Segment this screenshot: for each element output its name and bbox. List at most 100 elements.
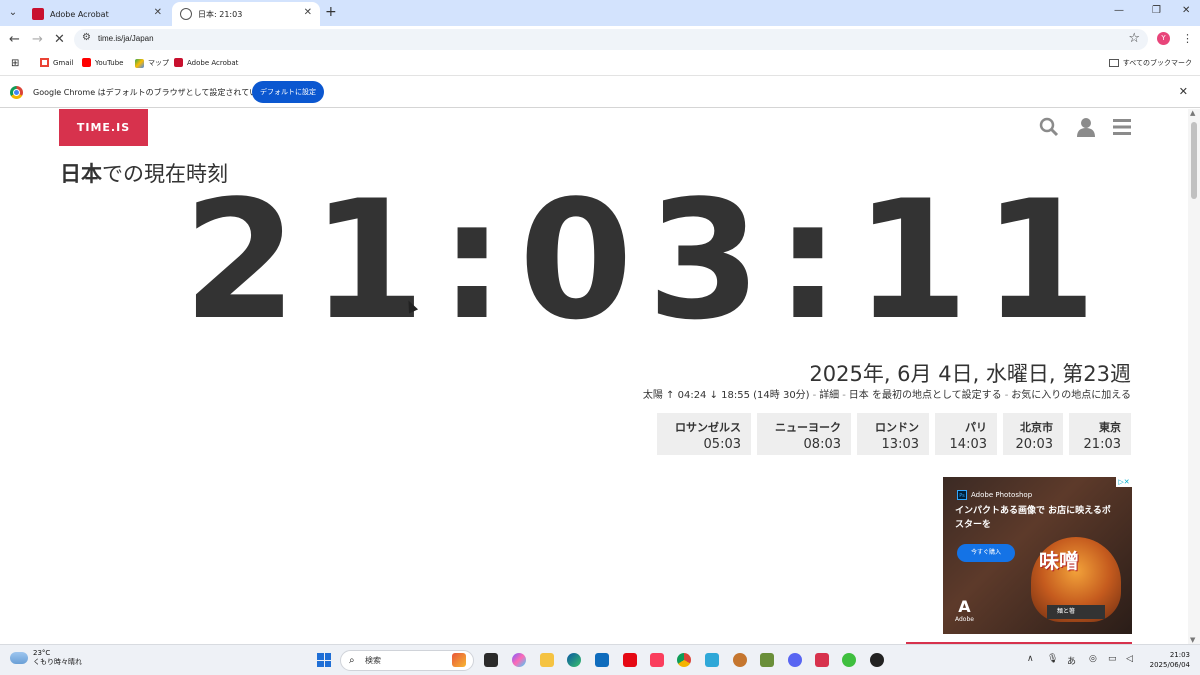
- pinned-app-icon[interactable]: [452, 653, 466, 667]
- search-icon[interactable]: [1039, 117, 1059, 137]
- address-bar[interactable]: ⚙ time.is/ja/Japan ☆: [74, 29, 1148, 50]
- stop-loading-icon[interactable]: ✕: [54, 32, 65, 47]
- cloud-icon: [10, 652, 28, 664]
- chrome-icon[interactable]: [677, 653, 691, 667]
- photoshop-advertisement[interactable]: ▷✕ Ps Adobe Photoshop インパクトある画像で お店に映えるポ…: [943, 477, 1132, 634]
- acrobat-favicon-icon: [32, 8, 44, 20]
- minimize-icon[interactable]: —: [1114, 5, 1124, 16]
- system-time: 21:03: [1169, 651, 1190, 659]
- windows-taskbar: 23°C くもり時々晴れ ⌕ 検索 ∧ 🎙 あ ◎ ▭ ◁ 21:03 2025…: [0, 644, 1200, 675]
- city-name: 北京市: [1020, 421, 1053, 434]
- site-info-icon[interactable]: ⚙: [82, 32, 91, 43]
- site-logo[interactable]: TIME.IS: [59, 109, 148, 146]
- bookmark-acrobat[interactable]: Adobe Acrobat: [174, 58, 238, 67]
- adobe-logo-label: Adobe: [955, 616, 974, 623]
- file-explorer-icon[interactable]: [540, 653, 554, 667]
- tab-search-icon[interactable]: ⌄: [4, 4, 22, 22]
- city-time: 13:03: [881, 437, 919, 452]
- ad-image-text: 味噌: [1039, 549, 1079, 573]
- bookmark-gmail[interactable]: Gmail: [40, 58, 73, 67]
- edge-icon[interactable]: [567, 653, 581, 667]
- city-clock-tokyo[interactable]: 東京 21:03: [1069, 413, 1131, 455]
- details-link[interactable]: 詳細: [819, 390, 839, 401]
- ime-indicator[interactable]: あ: [1067, 654, 1076, 667]
- city-clock-london[interactable]: ロンドン 13:03: [857, 413, 929, 455]
- tab-adobe-acrobat[interactable]: Adobe Acrobat ✕: [24, 2, 170, 26]
- bookmark-star-icon[interactable]: ☆: [1128, 31, 1140, 46]
- city-clock-beijing[interactable]: 北京市 20:03: [1003, 413, 1063, 455]
- apps-grid-icon[interactable]: ⊞: [11, 58, 19, 69]
- new-tab-icon[interactable]: +: [325, 4, 337, 20]
- minecraft-icon[interactable]: [760, 653, 774, 667]
- set-default-button[interactable]: デフォルトに設定: [252, 81, 324, 103]
- profile-avatar[interactable]: Y: [1157, 32, 1170, 45]
- sun-times: 太陽 ↑ 04:24 ↓ 18:55 (14時 30分): [642, 390, 810, 401]
- chrome-menu-icon[interactable]: ⋮: [1182, 32, 1193, 45]
- adobe-logo: A Adobe: [955, 597, 974, 623]
- city-clock-los-angeles[interactable]: ロサンゼルス 05:03: [657, 413, 751, 455]
- city-clock-paris[interactable]: パリ 14:03: [935, 413, 997, 455]
- discord-icon[interactable]: [788, 653, 802, 667]
- copilot-tray-icon[interactable]: ◎: [1089, 654, 1097, 664]
- weather-condition: くもり時々晴れ: [33, 658, 82, 666]
- city-time: 08:03: [803, 437, 841, 452]
- city-time: 14:03: [949, 437, 987, 452]
- user-icon[interactable]: [1076, 117, 1096, 137]
- close-window-icon[interactable]: ✕: [1182, 5, 1190, 16]
- ad-image-label: 麺と箸: [1047, 605, 1105, 619]
- ad-brand-label: Adobe Photoshop: [971, 491, 1033, 499]
- folder-icon: [1108, 59, 1119, 67]
- app-icon[interactable]: [733, 653, 747, 667]
- scrollbar-thumb[interactable]: [1191, 122, 1197, 199]
- app-icon[interactable]: [842, 653, 856, 667]
- set-home-link[interactable]: 日本 を最初の地点として設定する: [849, 390, 1002, 401]
- start-button[interactable]: [317, 653, 331, 667]
- netflix-icon[interactable]: [623, 653, 637, 667]
- page-scrollbar[interactable]: ▲ ▼: [1188, 109, 1200, 644]
- weather-widget[interactable]: 23°C くもり時々晴れ: [10, 649, 82, 667]
- tab-time-is[interactable]: 日本: 21:03 ✕: [172, 2, 320, 26]
- show-hidden-icons-icon[interactable]: ∧: [1027, 654, 1034, 664]
- youtube-icon: [82, 58, 91, 67]
- task-view-icon[interactable]: [484, 653, 498, 667]
- forward-arrow-icon[interactable]: →: [32, 32, 43, 47]
- bookmark-label: Adobe Acrobat: [187, 58, 239, 67]
- app-icon[interactable]: [870, 653, 884, 667]
- bookmarks-bar: ⊞ Gmail YouTube マップ Adobe Acrobat すべてのブッ…: [0, 53, 1200, 73]
- tab-close-icon[interactable]: ✕: [154, 7, 162, 18]
- scroll-down-icon[interactable]: ▼: [1190, 636, 1195, 644]
- ad-choices-icon[interactable]: ▷✕: [1116, 477, 1132, 487]
- bookmark-youtube[interactable]: YouTube: [82, 58, 123, 67]
- music-icon[interactable]: [650, 653, 664, 667]
- search-placeholder: 検索: [365, 656, 381, 665]
- hamburger-menu-icon[interactable]: [1112, 117, 1132, 137]
- ad-buy-button[interactable]: 今すぐ購入: [957, 544, 1015, 562]
- copilot-icon[interactable]: [512, 653, 526, 667]
- scroll-up-icon[interactable]: ▲: [1190, 109, 1195, 117]
- network-icon[interactable]: ▭: [1108, 654, 1117, 664]
- back-arrow-icon[interactable]: ←: [9, 32, 20, 47]
- gmail-icon: [40, 58, 49, 67]
- maximize-icon[interactable]: ❐: [1152, 5, 1161, 16]
- app-icon[interactable]: [705, 653, 719, 667]
- add-favorite-link[interactable]: お気に入りの地点に加える: [1011, 390, 1131, 401]
- all-bookmarks[interactable]: すべてのブックマーク: [1108, 58, 1192, 68]
- maps-icon: [135, 58, 144, 68]
- volume-icon[interactable]: ◁: [1126, 654, 1133, 664]
- url-text[interactable]: time.is/ja/Japan: [98, 34, 154, 43]
- microsoft-store-icon[interactable]: [595, 653, 609, 667]
- city-name: ロンドン: [875, 421, 919, 434]
- city-name: パリ: [965, 421, 987, 434]
- bookmark-label: マップ: [148, 59, 169, 67]
- microphone-icon[interactable]: 🎙: [1047, 654, 1058, 664]
- city-clock-new-york[interactable]: ニューヨーク 08:03: [757, 413, 851, 455]
- app-icon[interactable]: [815, 653, 829, 667]
- photoshop-icon: Ps: [957, 490, 967, 500]
- tab-close-icon[interactable]: ✕: [304, 7, 312, 18]
- browser-toolbar: ← → ✕ ⚙ time.is/ja/Japan ☆ Y ⋮: [0, 26, 1200, 53]
- bookmark-maps[interactable]: マップ: [135, 58, 169, 68]
- city-time: 21:03: [1083, 437, 1121, 452]
- default-browser-infobar: Google Chrome はデフォルトのブラウザとして設定されていません デフ…: [0, 75, 1200, 108]
- system-clock[interactable]: 21:03 2025/06/04: [1148, 650, 1190, 670]
- infobar-close-icon[interactable]: ✕: [1179, 85, 1188, 98]
